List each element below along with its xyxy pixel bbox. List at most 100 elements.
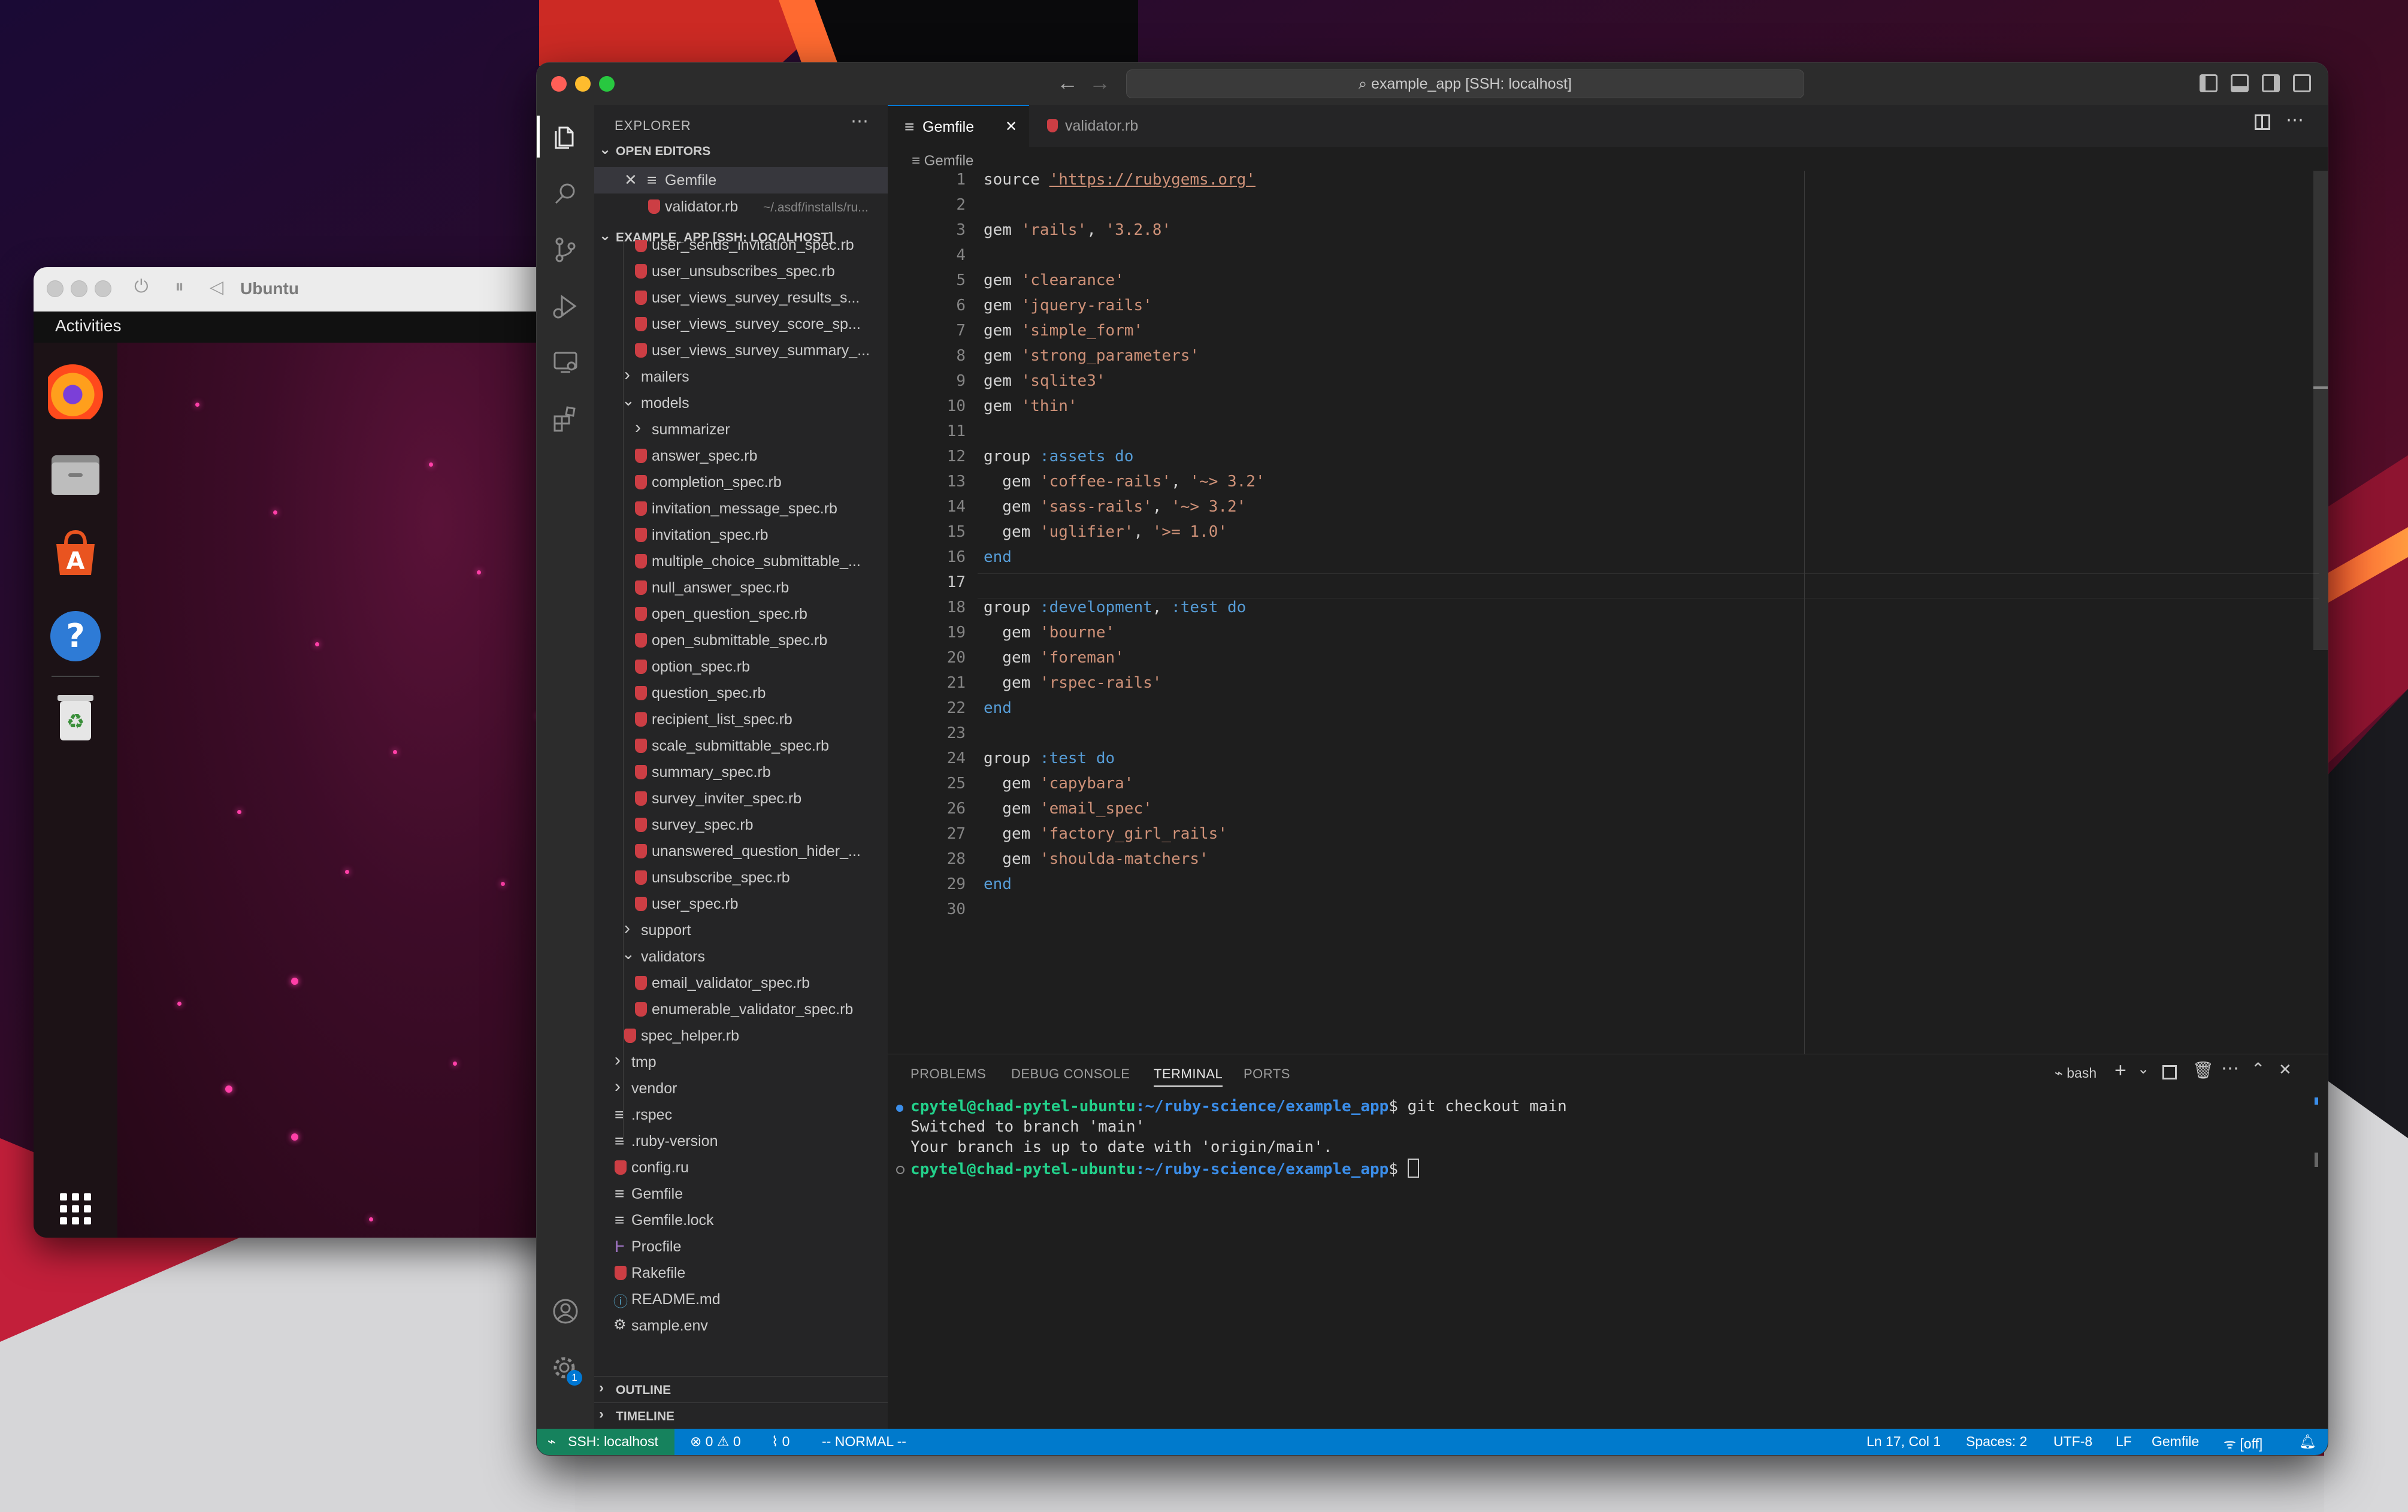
tree-item[interactable]: Rakefile [594, 1260, 888, 1286]
chevron-down-icon[interactable]: ⌄ [2137, 1060, 2149, 1078]
panel-tab-debug-console[interactable]: DEBUG CONSOLE [1011, 1066, 1130, 1082]
tree-item[interactable]: › support [594, 917, 888, 944]
extensions-icon[interactable] [551, 404, 580, 433]
tree-item[interactable]: user_sends_invitation_spec.rb [594, 240, 888, 258]
activities-button[interactable]: Activities [55, 316, 121, 335]
panel-tab-terminal[interactable]: TERMINAL [1154, 1066, 1223, 1087]
code-editor[interactable]: 1 source 'https://rubygems.org' 2 3 gem 'rai… [888, 171, 2328, 1054]
terminal-scrollbar[interactable] [2315, 1096, 2318, 1168]
app-grid-icon[interactable] [48, 1181, 103, 1236]
manage-gear-icon[interactable]: 1 [551, 1354, 582, 1386]
tree-item[interactable]: user_unsubscribes_spec.rb [594, 258, 888, 285]
cursor-position[interactable]: Ln 17, Col 1 [1866, 1434, 1941, 1450]
tree-item[interactable]: config.ru [594, 1154, 888, 1181]
tree-item[interactable]: recipient_list_spec.rb [594, 706, 888, 733]
close-editor-icon[interactable]: ✕ [624, 171, 637, 189]
language-mode[interactable]: Gemfile [2152, 1434, 2199, 1450]
tree-item[interactable]: Ⱶ Procfile [594, 1233, 888, 1260]
ports-status[interactable]: ⌇ 0 [772, 1434, 789, 1450]
remote-indicator[interactable]: ⌁ SSH: localhost [537, 1429, 674, 1455]
tree-item[interactable]: invitation_spec.rb [594, 522, 888, 548]
split-editor-icon[interactable] [2255, 114, 2270, 130]
ubuntu-zoom-button[interactable] [95, 280, 111, 297]
tree-item[interactable]: enumerable_validator_spec.rb [594, 996, 888, 1023]
trash-icon[interactable]: ♻ [48, 690, 103, 745]
tree-item[interactable]: ≡ Gemfile.lock [594, 1207, 888, 1233]
maximize-panel-icon[interactable]: ⌃ [2251, 1059, 2265, 1079]
ubuntu-minimize-button[interactable] [71, 280, 87, 297]
remote-explorer-icon[interactable] [551, 348, 580, 377]
split-terminal-icon[interactable] [2162, 1065, 2177, 1079]
tree-item[interactable]: user_views_survey_results_s... [594, 285, 888, 311]
tree-item[interactable]: user_spec.rb [594, 891, 888, 917]
firefox-icon[interactable] [48, 364, 103, 419]
tree-item[interactable]: summary_spec.rb [594, 759, 888, 785]
problems-status[interactable]: ⊗ 0 ⚠ 0 [690, 1434, 741, 1450]
help-icon[interactable]: ? [48, 609, 103, 664]
pause-icon[interactable]: ⏸ [175, 277, 184, 297]
tree-item[interactable]: user_views_survey_score_sp... [594, 311, 888, 337]
back-icon[interactable]: ◁ [210, 277, 223, 298]
ubuntu-titlebar[interactable]: ⏻ ⏸ ◁ Ubuntu [34, 267, 573, 312]
toggle-primary-sidebar-icon[interactable] [2200, 74, 2218, 92]
forward-arrow-icon[interactable]: → [1089, 70, 1111, 95]
tree-item[interactable]: question_spec.rb [594, 680, 888, 706]
open-editor-gemfile[interactable]: ✕ ≡ Gemfile [594, 167, 888, 193]
tree-item[interactable]: ⌄ validators [594, 944, 888, 970]
indentation[interactable]: Spaces: 2 [1966, 1434, 2027, 1450]
terminal-shell-selector[interactable]: ⌁ bash [2055, 1065, 2097, 1081]
tree-item[interactable]: user_views_survey_summary_... [594, 337, 888, 364]
minimize-button[interactable] [575, 76, 591, 92]
tree-item[interactable]: completion_spec.rb [594, 469, 888, 495]
tree-item[interactable]: › mailers [594, 364, 888, 390]
bottom-panel[interactable]: PROBLEMS DEBUG CONSOLE TERMINAL PORTS ⌁ … [888, 1054, 2328, 1429]
panel-tab-problems[interactable]: PROBLEMS [910, 1066, 986, 1082]
vertical-scrollbar[interactable] [2313, 171, 2328, 650]
copilot-status[interactable]: ᯤ [off] [2224, 1434, 2262, 1453]
customize-layout-icon[interactable] [2293, 74, 2311, 92]
power-icon[interactable]: ⏻ [134, 277, 149, 297]
tree-item[interactable]: option_spec.rb [594, 654, 888, 680]
outline-section[interactable]: › OUTLINE [594, 1378, 888, 1402]
tree-item[interactable]: › vendor [594, 1075, 888, 1102]
tree-item[interactable]: ≡ Gemfile [594, 1181, 888, 1207]
run-debug-icon[interactable] [551, 292, 580, 320]
tree-item[interactable]: ⌄ models [594, 390, 888, 416]
toggle-secondary-sidebar-icon[interactable] [2262, 74, 2280, 92]
command-center[interactable]: ⌕ example_app [SSH: localhost] [1126, 69, 1804, 98]
tree-item[interactable]: unsubscribe_spec.rb [594, 864, 888, 891]
ubuntu-vm-window[interactable]: ⏻ ⏸ ◁ Ubuntu Activities A ? ♻ [34, 267, 573, 1238]
panel-more-icon[interactable]: ⋯ [2221, 1058, 2239, 1079]
editor-area[interactable]: ≡ Gemfile ✕ validator.rb ⋯ ≡ Gemfile 1 so… [888, 105, 2328, 1054]
notifications-bell-icon[interactable]: 🔔︎ [2299, 1434, 2316, 1450]
tree-item[interactable]: invitation_message_spec.rb [594, 495, 888, 522]
breadcrumb[interactable]: ≡ Gemfile [912, 153, 973, 170]
open-editors-section[interactable]: ⌄ OPEN EDITORS [594, 140, 888, 164]
title-bar[interactable]: ← → ⌕ example_app [SSH: localhost] [537, 63, 2328, 105]
tree-item[interactable]: › tmp [594, 1049, 888, 1075]
tab-validator[interactable]: validator.rb [1029, 105, 1161, 147]
terminal-output[interactable]: cpytel@chad-pytel-ubuntu:~/ruby-science/… [888, 1096, 2318, 1420]
files-icon[interactable] [48, 447, 103, 502]
explorer-icon[interactable] [551, 123, 580, 152]
close-button[interactable] [551, 76, 567, 92]
tree-item[interactable]: open_question_spec.rb [594, 601, 888, 627]
close-panel-icon[interactable]: ✕ [2279, 1060, 2292, 1079]
tree-item[interactable]: multiple_choice_submittable_... [594, 548, 888, 574]
tree-item[interactable]: › summarizer [594, 416, 888, 443]
tree-item[interactable]: survey_inviter_spec.rb [594, 785, 888, 812]
search-icon[interactable] [551, 179, 580, 208]
open-editor-validator[interactable]: validator.rb ~/.asdf/installs/ru... [594, 193, 888, 220]
tree-item[interactable]: email_validator_spec.rb [594, 970, 888, 996]
tree-item[interactable]: spec_helper.rb [594, 1023, 888, 1049]
tree-item[interactable]: ⚙ sample.env [594, 1313, 888, 1336]
tree-item[interactable]: unanswered_question_hider_... [594, 838, 888, 864]
toggle-panel-icon[interactable] [2231, 74, 2249, 92]
zoom-button[interactable] [599, 76, 615, 92]
tree-item[interactable]: open_submittable_spec.rb [594, 627, 888, 654]
editor-more-icon[interactable]: ⋯ [2286, 110, 2304, 131]
explorer-more-icon[interactable]: ⋯ [851, 111, 869, 132]
timeline-section[interactable]: › TIMELINE [594, 1405, 888, 1429]
software-icon[interactable]: A [48, 526, 103, 581]
tree-item[interactable]: ≡ .ruby-version [594, 1128, 888, 1154]
